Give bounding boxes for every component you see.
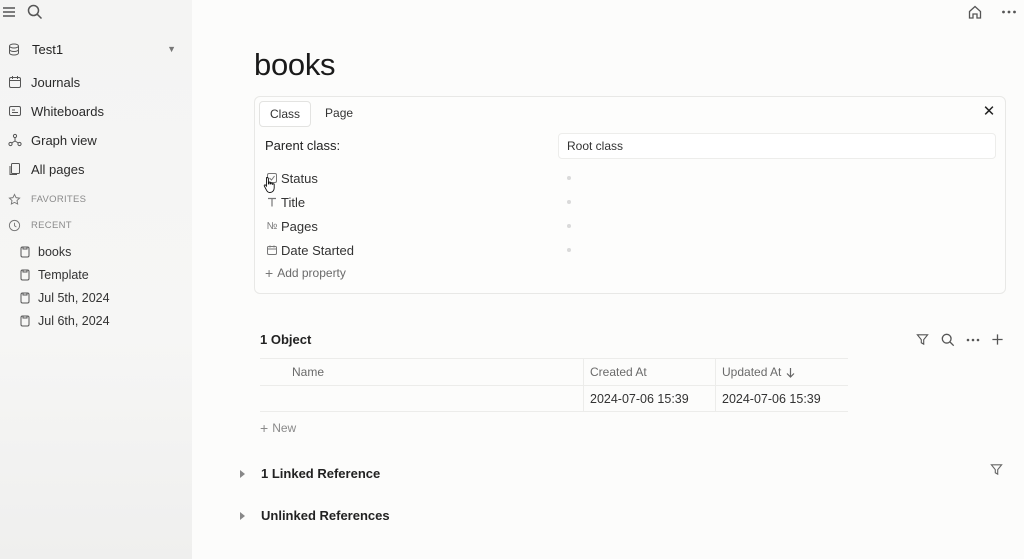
favorites-section[interactable]: FAVORITES xyxy=(8,191,86,207)
recent-section[interactable]: RECENT xyxy=(8,217,72,233)
sort-descending-icon xyxy=(786,367,795,378)
workspace-selector[interactable]: Test1 ▼ xyxy=(8,39,176,59)
property-title[interactable]: Title xyxy=(265,192,585,212)
filter-icon[interactable] xyxy=(914,331,931,348)
whiteboard-icon xyxy=(9,106,21,116)
recent-item-label: books xyxy=(38,245,72,259)
add-icon[interactable] xyxy=(989,331,1006,348)
class-properties-panel: Class Page ✕ Parent class: Root class St… xyxy=(254,96,1006,294)
close-icon[interactable]: ✕ xyxy=(979,101,999,121)
number-icon: № xyxy=(266,220,278,232)
property-label: Status xyxy=(281,170,318,186)
column-header-name[interactable]: Name xyxy=(260,359,583,385)
table-header-row: Name Created At Updated At xyxy=(260,358,848,385)
page-icon xyxy=(20,292,30,304)
more-options-icon[interactable] xyxy=(964,331,981,348)
property-date-started[interactable]: Date Started xyxy=(265,240,585,260)
calendar-icon xyxy=(9,76,21,88)
objects-table: Name Created At Updated At 2024-07-06 15… xyxy=(260,358,848,412)
panel-tabs: Class Page xyxy=(259,101,363,127)
objects-toolbar xyxy=(914,331,1006,348)
property-label: Title xyxy=(281,194,306,210)
search-icon[interactable] xyxy=(939,331,956,348)
chevron-down-icon: ▼ xyxy=(167,44,176,54)
add-property-button[interactable]: + Add property xyxy=(265,265,346,281)
database-icon xyxy=(9,43,19,56)
menu-icon[interactable] xyxy=(1,4,17,20)
sidebar-item-whiteboards[interactable]: Whiteboards xyxy=(8,100,178,122)
parent-class-select[interactable]: Root class xyxy=(558,133,996,159)
unlinked-references-toggle[interactable]: Unlinked References xyxy=(240,508,390,523)
history-icon xyxy=(8,219,21,231)
property-label: Pages xyxy=(281,218,318,234)
property-value-placeholder[interactable] xyxy=(567,224,571,228)
sidebar-item-label: Journals xyxy=(31,74,81,90)
recent-item-books[interactable]: books xyxy=(20,242,71,262)
recent-item-label: Jul 6th, 2024 xyxy=(38,314,110,328)
sidebar-topbar xyxy=(0,2,44,22)
property-status[interactable]: Status xyxy=(265,168,585,188)
left-sidebar: Test1 ▼ Journals Whiteboards Graph view … xyxy=(0,0,192,559)
main-content: books Class Page ✕ Parent class: Root cl… xyxy=(192,0,1024,559)
unlinked-references-label: Unlinked References xyxy=(261,508,390,523)
column-header-created-at[interactable]: Created At xyxy=(583,359,715,385)
property-value-placeholder[interactable] xyxy=(567,176,571,180)
date-icon xyxy=(265,245,279,255)
sidebar-item-label: All pages xyxy=(31,161,85,177)
plus-icon: + xyxy=(260,420,269,436)
cell-name[interactable] xyxy=(260,386,583,411)
star-icon xyxy=(8,192,21,205)
sidebar-item-all-pages[interactable]: All pages xyxy=(8,158,178,180)
recent-item-label: Jul 5th, 2024 xyxy=(38,291,110,305)
parent-class-label: Parent class: xyxy=(265,138,341,153)
more-options-icon[interactable] xyxy=(1000,3,1018,21)
plus-icon: + xyxy=(265,265,274,281)
property-pages[interactable]: № Pages xyxy=(265,216,585,236)
column-header-updated-at[interactable]: Updated At xyxy=(715,359,848,385)
search-icon[interactable] xyxy=(26,3,44,21)
sidebar-item-journals[interactable]: Journals xyxy=(8,71,178,93)
cell-updated-at: 2024-07-06 15:39 xyxy=(715,386,848,411)
sidebar-item-graph-view[interactable]: Graph view xyxy=(8,129,178,151)
add-property-label: Add property xyxy=(277,266,346,280)
hand-cursor-icon xyxy=(263,176,277,199)
linked-references-toggle[interactable]: 1 Linked Reference xyxy=(240,466,380,481)
graph-icon xyxy=(8,133,22,147)
workspace-name: Test1 xyxy=(32,41,64,57)
column-header-label: Updated At xyxy=(722,365,782,379)
property-label: Date Started xyxy=(281,242,354,258)
top-right-toolbar xyxy=(966,3,1018,21)
pages-icon xyxy=(9,163,20,175)
recent-item-jul-6th[interactable]: Jul 6th, 2024 xyxy=(20,311,110,331)
tab-class[interactable]: Class xyxy=(259,101,312,127)
sidebar-item-label: Whiteboards xyxy=(31,103,104,119)
page-title[interactable]: books xyxy=(254,47,336,83)
recent-item-label: Template xyxy=(38,268,89,282)
recent-label: RECENT xyxy=(31,219,72,231)
linked-references-label: 1 Linked Reference xyxy=(261,466,381,481)
home-icon[interactable] xyxy=(966,3,984,21)
filter-icon[interactable] xyxy=(990,463,1003,481)
page-icon xyxy=(20,246,30,258)
sidebar-item-label: Graph view xyxy=(31,132,97,148)
property-value-placeholder[interactable] xyxy=(567,200,571,204)
property-value-placeholder[interactable] xyxy=(567,248,571,252)
objects-count-title: 1 Object xyxy=(260,332,312,347)
caret-right-icon xyxy=(240,511,245,520)
tab-page[interactable]: Page xyxy=(315,101,363,127)
page-icon xyxy=(20,269,30,281)
cell-created-at: 2024-07-06 15:39 xyxy=(583,386,715,411)
new-object-label: New xyxy=(272,421,297,435)
page-icon xyxy=(20,315,30,327)
new-object-button[interactable]: + New xyxy=(260,420,296,436)
favorites-label: FAVORITES xyxy=(31,193,87,205)
recent-item-jul-5th[interactable]: Jul 5th, 2024 xyxy=(20,288,110,308)
caret-right-icon xyxy=(240,469,245,478)
table-row[interactable]: 2024-07-06 15:39 2024-07-06 15:39 xyxy=(260,385,848,412)
recent-item-template[interactable]: Template xyxy=(20,265,89,285)
